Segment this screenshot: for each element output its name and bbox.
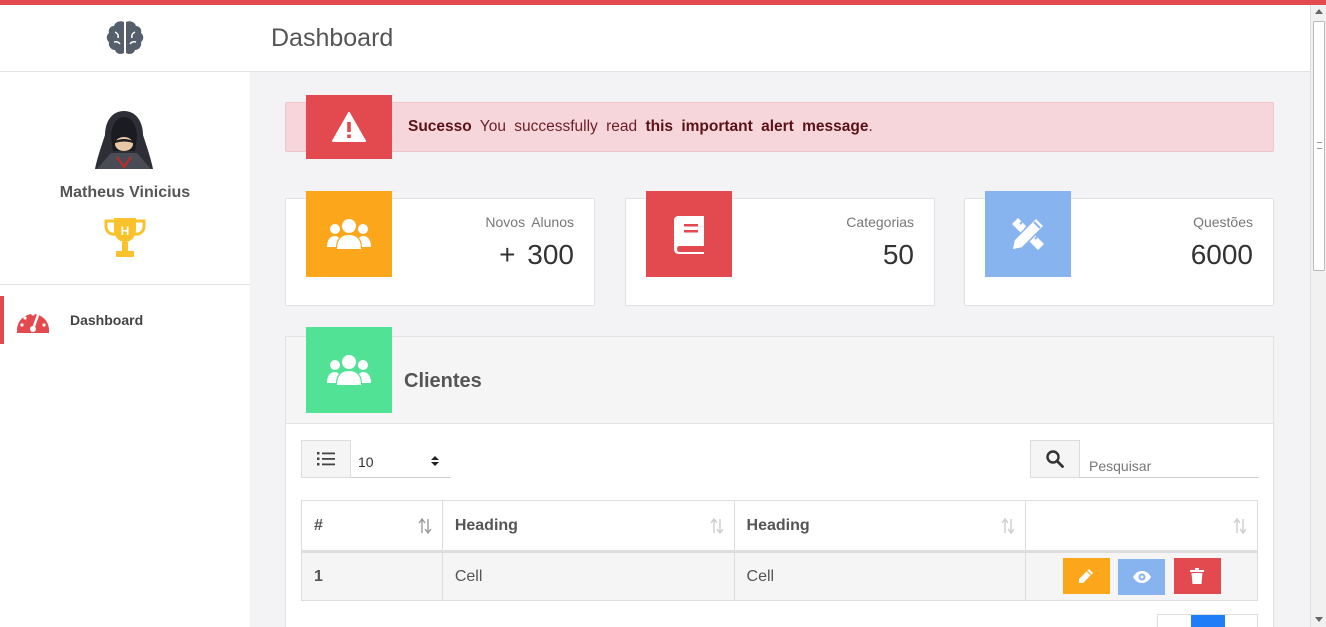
page-length-addon <box>301 440 351 478</box>
avatar[interactable] <box>91 107 157 173</box>
column-header-heading[interactable]: Heading <box>733 500 1027 553</box>
search-icon <box>1046 450 1064 468</box>
stat-label: Novos Alunos <box>485 214 574 230</box>
delete-button[interactable] <box>1173 558 1221 594</box>
cell-number: 1 <box>301 551 443 601</box>
select-arrows-icon <box>431 456 439 466</box>
row-actions <box>1025 551 1258 601</box>
logo[interactable] <box>0 5 250 71</box>
table-cell: Cell <box>733 551 1027 601</box>
page-title: Dashboard <box>271 24 394 52</box>
trophy-icon: H <box>104 218 146 257</box>
page-length-value: 10 <box>358 454 374 470</box>
stat-icon-box <box>306 191 392 277</box>
sort-icon[interactable] <box>1001 518 1015 534</box>
alert-strong: Sucesso <box>408 118 472 135</box>
stat-label: Questões <box>1193 214 1253 230</box>
table-cell: Cell <box>441 551 735 601</box>
sidebar: Matheus Vinicius H Dashboard <box>0 72 250 627</box>
stat-label: Categorias <box>846 214 914 230</box>
column-label: Heading <box>454 516 518 534</box>
column-header-number[interactable]: # <box>301 500 443 553</box>
edit-button[interactable] <box>1062 558 1110 594</box>
sidebar-item-dashboard[interactable]: Dashboard <box>0 296 250 344</box>
alert-end: . <box>868 118 873 135</box>
stat-icon-box <box>985 191 1071 277</box>
pagination <box>1157 614 1258 627</box>
pagination-active-page[interactable] <box>1191 615 1225 627</box>
active-indicator <box>0 296 4 344</box>
speedometer-icon <box>17 312 49 333</box>
stat-value: 6000 <box>1190 239 1253 270</box>
stat-value: + 300 <box>499 239 574 270</box>
users-icon <box>327 219 371 249</box>
alert-message: Sucesso You successfully read this impor… <box>408 118 873 136</box>
stat-value: 50 <box>882 239 914 270</box>
pencil-ruler-icon <box>1011 216 1046 251</box>
alert-bold: this important alert message <box>645 118 869 135</box>
pencil-icon <box>1079 569 1094 583</box>
stat-icon-box <box>646 191 732 277</box>
alert-text: You successfully read <box>471 118 646 135</box>
column-header-actions[interactable] <box>1025 500 1258 553</box>
warning-icon <box>332 112 366 142</box>
scroll-down-arrow[interactable] <box>1315 617 1323 622</box>
sidebar-item-label: Dashboard <box>70 312 144 328</box>
page-length-select[interactable]: 10 <box>351 440 451 478</box>
scroll-up-arrow[interactable] <box>1315 9 1323 14</box>
book-icon <box>674 216 704 254</box>
panel-title: Clientes <box>404 370 482 392</box>
search-input[interactable] <box>1080 440 1259 478</box>
column-label: Heading <box>746 516 810 534</box>
alert-icon-box <box>306 95 392 159</box>
view-button[interactable] <box>1118 559 1166 595</box>
table-header-row: # Heading Heading <box>301 500 1258 553</box>
trash-icon <box>1190 568 1205 584</box>
search-button[interactable] <box>1030 440 1080 478</box>
column-label: # <box>314 516 323 534</box>
users-icon <box>327 355 371 385</box>
header: Dashboard <box>0 5 1310 72</box>
user-name: Matheus Vinicius <box>59 184 191 201</box>
trophy-badge-letter: H <box>121 224 130 238</box>
brain-icon <box>106 21 144 54</box>
list-icon <box>317 452 335 466</box>
sort-icon[interactable] <box>709 518 724 534</box>
vertical-scrollbar[interactable] <box>1310 5 1326 627</box>
user-profile: Matheus Vinicius H <box>0 72 250 285</box>
table-row: 1 Cell Cell <box>301 551 1258 601</box>
scroll-thumb[interactable] <box>1313 21 1325 271</box>
clients-icon-box <box>306 327 392 413</box>
sort-icon[interactable] <box>418 518 432 534</box>
sort-icon[interactable] <box>1233 518 1247 534</box>
clients-table: # Heading Heading 1 Cell Cell <box>301 500 1258 601</box>
eye-icon <box>1132 571 1151 583</box>
column-header-heading[interactable]: Heading <box>441 500 735 553</box>
